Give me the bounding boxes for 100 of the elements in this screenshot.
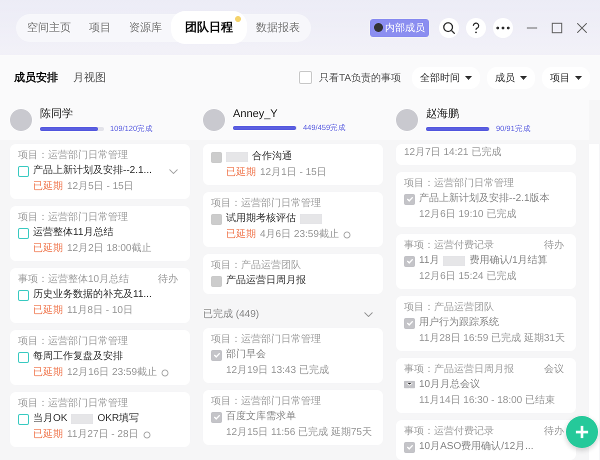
task-date: 12月16日 23:59截止 (67, 366, 158, 379)
task-date: 12月1日 - 15日 (260, 166, 327, 179)
more-button[interactable] (493, 18, 513, 38)
task-date: 11月28日 16:59 已完成 延期31天 (419, 332, 565, 345)
member-name: 陈同学 (40, 107, 74, 121)
nav-tab[interactable]: 资源库 (120, 15, 171, 40)
task-project: 项目：运营部门日常管理 (18, 336, 128, 348)
task-card[interactable]: 合作沟通 已延期 12月1日 - 15日 (203, 144, 383, 185)
plus-icon (575, 425, 589, 439)
task-project: 项目：运营部门日常管理 (211, 198, 321, 210)
task-title: 当月OK (33, 412, 68, 426)
task-project: 项目：运营部门日常管理 (18, 212, 128, 224)
view-tab[interactable]: 成员安排 (10, 70, 62, 85)
help-button[interactable] (466, 18, 486, 38)
task-card[interactable]: 项目：运营部门日常管理 每周工作复盘及安排 已延期 12月16日 23:59截止 (10, 330, 190, 385)
checkbox[interactable] (18, 228, 29, 238)
task-title: OKR填写 (97, 412, 140, 426)
overdue-label: 已延期 (33, 304, 63, 317)
meeting-icon (404, 380, 415, 390)
task-card[interactable]: 项目：运营部门日常管理 部门早会 12月19日 13:43 已完成 (203, 328, 383, 383)
task-project: 项目：运营部门日常管理 (18, 150, 128, 162)
nav-tab[interactable]: 数据报表 (247, 15, 309, 40)
task-card[interactable]: 事项：运营付费记录 待办 11月 费用确认/1月结算 12月6日 15:24 已完成 (396, 234, 576, 289)
task-title: 10月月总会议 (419, 378, 480, 392)
chevron-icon[interactable] (169, 168, 178, 174)
task-title: 试用期考核评估 (226, 212, 296, 226)
task-date: 12月7日 14:21 已完成 (404, 146, 502, 159)
task-card[interactable]: 项目：运营部门日常管理 运营整体11月总结 已延期 12月2日 18:00截止 (10, 206, 190, 261)
check-icon (212, 413, 220, 421)
checkbox[interactable] (18, 414, 29, 424)
nav-tab[interactable]: 项目 (80, 15, 120, 40)
checkbox[interactable] (211, 214, 222, 224)
task-card[interactable]: 项目：产品运营团队 用户行为跟踪系统 11月28日 16:59 已完成 延期31天 (396, 296, 576, 351)
task-date: 11月8日 - 10日 (67, 304, 133, 317)
maximize-icon[interactable] (551, 22, 563, 34)
task-card[interactable]: 项目：运营部门日常管理 产品上新计划及安排--2.1... 已延期 12月5日 - 15日 (10, 144, 190, 199)
task-date: 4月6日 23:59截止 (260, 228, 339, 241)
overdue-label: 已延期 (226, 166, 256, 179)
task-card[interactable]: 事项：运营付费记录 待办 10月ASO费用确认/12月... (396, 420, 576, 460)
task-card[interactable]: 项目：运营部门日常管理 当月OK OKR填写 已延期 11月27日 - 28日 (10, 392, 190, 447)
task-card[interactable]: 事项：产品运营日周月报 会议 10月月总会议 11月14日 16:30 - 18:00 已结束 (396, 358, 576, 413)
checkbox[interactable] (18, 166, 29, 176)
nav-tab[interactable]: 空间主页 (18, 15, 80, 40)
checkbox[interactable] (211, 412, 222, 422)
avatar (10, 109, 32, 131)
search-button[interactable] (439, 18, 459, 38)
checkbox-label: 只看TA负责的事项 (318, 72, 401, 84)
task-card[interactable]: 项目：运营部门日常管理 试用期考核评估 已延期 4月6日 23:59截止 (203, 192, 383, 247)
task-card[interactable]: 项目：运营部门日常管理 百度文库需求单 12月15日 11:56 已完成 延期75天 (203, 390, 383, 445)
task-project: 事项：运营付费记录 (404, 240, 494, 252)
task-project: 事项：运营付费记录 (404, 426, 494, 438)
task-title: 部门早会 (226, 348, 266, 362)
view-tab[interactable]: 月视图 (69, 70, 110, 85)
check-icon (406, 195, 414, 203)
task-card[interactable]: 项目：运营部门日常管理 产品上新计划及安排--2.1版本 12月6日 19:10 已完成 (396, 172, 576, 227)
checkbox[interactable] (404, 256, 415, 266)
nav-tab[interactable]: 团队日程 (171, 11, 247, 44)
task-title: 用户行为跟踪系统 (419, 316, 499, 330)
checkbox[interactable] (211, 276, 222, 286)
task-project: 项目：运营部门日常管理 (211, 396, 321, 408)
task-project: 项目：运营部门日常管理 (18, 398, 128, 410)
task-title: 每周工作复盘及安排 (33, 350, 123, 364)
task-title: 百度文库需求单 (226, 410, 296, 424)
task-title: 历史业务数据的补充及11... (33, 288, 152, 302)
task-date: 12月15日 11:56 已完成 延期75天 (226, 426, 372, 439)
search-icon (442, 20, 456, 34)
check-icon (212, 351, 220, 359)
overdue-label: 已延期 (33, 242, 63, 255)
checkbox[interactable] (404, 194, 415, 204)
check-icon (406, 257, 414, 265)
checkbox[interactable] (298, 71, 312, 84)
task-card[interactable]: 事项：运营整体10月总结 待办 历史业务数据的补充及11... 已延期 11月8日 - 10日 (10, 268, 190, 323)
close-icon[interactable] (576, 22, 588, 34)
checkbox[interactable] (211, 152, 222, 162)
caret-icon (520, 76, 527, 80)
task-title: 10月ASO费用确认/12月... (419, 440, 534, 454)
check-icon (406, 443, 414, 451)
checkbox[interactable] (211, 350, 222, 360)
checkbox[interactable] (18, 290, 29, 300)
task-card[interactable]: 项目：产品运营团队 产品运营日周月报 (203, 254, 383, 294)
task-type: 待办 (544, 240, 564, 252)
task-title: 费用确认/1月结算 (469, 254, 548, 268)
avatar-icon (374, 23, 383, 32)
checkbox[interactable] (404, 442, 415, 452)
filter-dropdown[interactable]: 成员 (487, 66, 535, 88)
task-date: 12月6日 19:10 已完成 (419, 208, 516, 221)
chevron-icon[interactable] (364, 312, 373, 316)
task-date: 12月6日 15:24 已完成 (419, 270, 516, 283)
checkbox[interactable] (18, 352, 29, 362)
task-project: 项目：产品运营团队 (404, 302, 494, 314)
filter-dropdown[interactable]: 项目 (542, 66, 590, 88)
task-project: 项目：运营部门日常管理 (404, 178, 514, 190)
task-title: 产品运营日周月报 (226, 274, 306, 288)
overdue-label: 已延期 (33, 180, 63, 193)
task-date: 11月14日 16:30 - 18:00 已结束 (419, 394, 555, 407)
task-title: 运营整体11月总结 (33, 226, 114, 240)
checkbox[interactable] (404, 318, 415, 328)
task-date: 12月19日 13:43 已完成 (226, 364, 329, 377)
caret-icon (575, 76, 582, 80)
filter-dropdown[interactable]: 全部时间 (412, 66, 480, 88)
